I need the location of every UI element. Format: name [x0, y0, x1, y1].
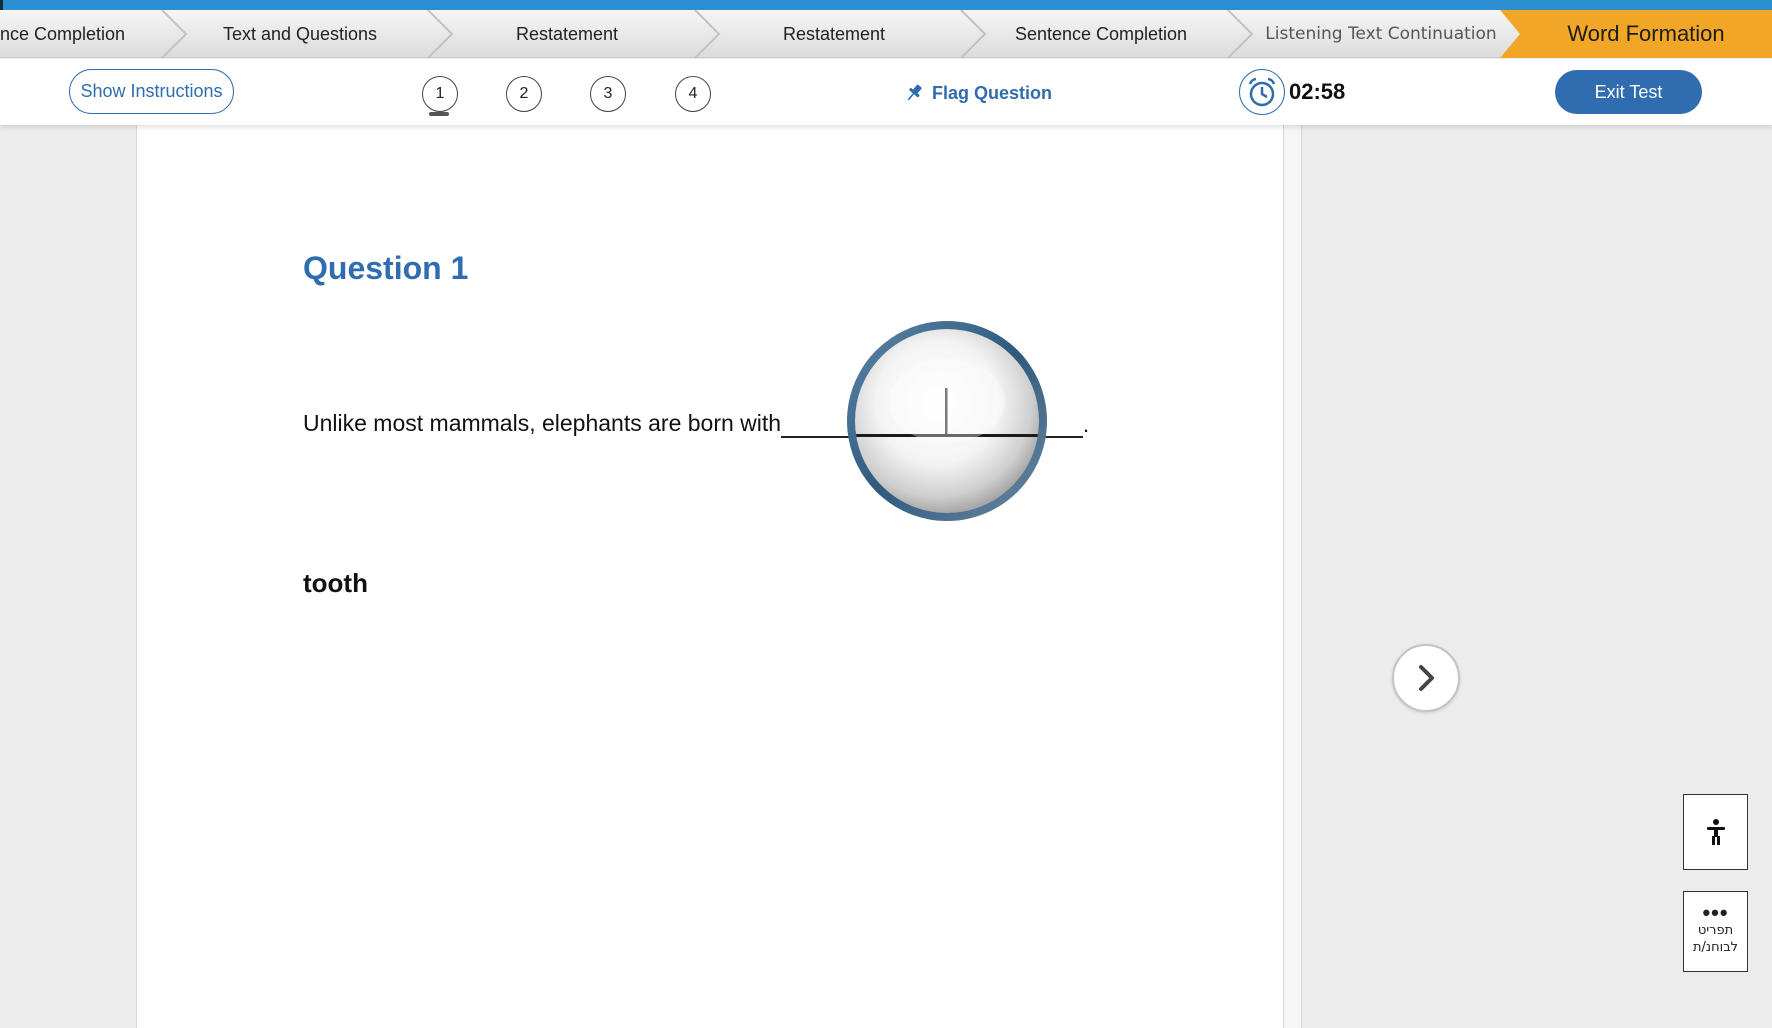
question-toolbar: Show Instructions 1 2 3 4 Flag Question …	[0, 59, 1772, 125]
examiner-menu-button[interactable]: ••• תפריט לבוחנ/ת	[1683, 891, 1748, 972]
step-label: Text and Questions	[222, 23, 378, 44]
step-separator	[694, 10, 721, 58]
section-progress-bar: nce Completion Text and Questions Restat…	[0, 10, 1772, 58]
menu-label-line2: לבוחנ/ת	[1692, 939, 1739, 955]
question-title: Question 1	[303, 250, 469, 286]
menu-label-line1: תפריט	[1697, 922, 1734, 938]
alarm-clock-icon	[1239, 69, 1285, 115]
timer-value: 02:58	[1289, 79, 1346, 104]
step-separator	[427, 10, 454, 58]
step-listening-text-continuation: Listening Text Continuation	[1256, 10, 1506, 58]
exit-test-button[interactable]: Exit Test	[1555, 70, 1702, 114]
step-label: Listening Text Continuation	[1265, 24, 1497, 44]
accessibility-icon	[1706, 819, 1725, 845]
countdown-timer: 02:58	[1239, 69, 1345, 115]
step-separator	[960, 10, 987, 58]
pin-icon	[907, 84, 922, 101]
accessibility-button[interactable]	[1683, 794, 1748, 870]
show-instructions-button[interactable]: Show Instructions	[69, 69, 234, 114]
step-label: nce Completion	[0, 23, 126, 44]
sentence-end-punct: .	[1083, 412, 1090, 437]
question-nav-2[interactable]: 2	[506, 76, 542, 112]
step-label: Restatement	[782, 23, 886, 44]
current-question-indicator	[429, 112, 449, 116]
step-label: Word Formation	[1567, 21, 1725, 46]
panel-scroll-edge	[1284, 125, 1302, 1028]
step-label: Restatement	[515, 23, 619, 44]
question-nav-4[interactable]: 4	[675, 76, 711, 112]
more-dots-icon: •••	[1702, 899, 1729, 925]
step-sentence-completion-1: nce Completion	[0, 10, 165, 58]
base-word: tooth	[303, 568, 368, 598]
question-nav-1[interactable]: 1	[422, 76, 458, 112]
magnifier-lens	[847, 321, 1047, 521]
flag-question-label: Flag Question	[932, 82, 1053, 103]
step-restatement-2: Restatement	[723, 10, 945, 58]
step-separator	[1227, 10, 1254, 58]
step-word-formation-active: Word Formation	[1500, 10, 1772, 58]
question-sentence: Unlike most mammals, elephants are born …	[303, 410, 782, 436]
step-sentence-completion-2: Sentence Completion	[990, 10, 1212, 58]
flag-question-button[interactable]: Flag Question	[904, 79, 1052, 107]
step-separator	[161, 10, 188, 58]
chevron-right-icon	[1419, 665, 1434, 691]
question-nav-3[interactable]: 3	[590, 76, 626, 112]
step-restatement-1: Restatement	[456, 10, 678, 58]
step-label: Sentence Completion	[1014, 23, 1188, 44]
top-accent-bar	[0, 0, 1772, 10]
step-text-and-questions: Text and Questions	[190, 10, 410, 58]
next-question-button[interactable]	[1392, 644, 1460, 712]
